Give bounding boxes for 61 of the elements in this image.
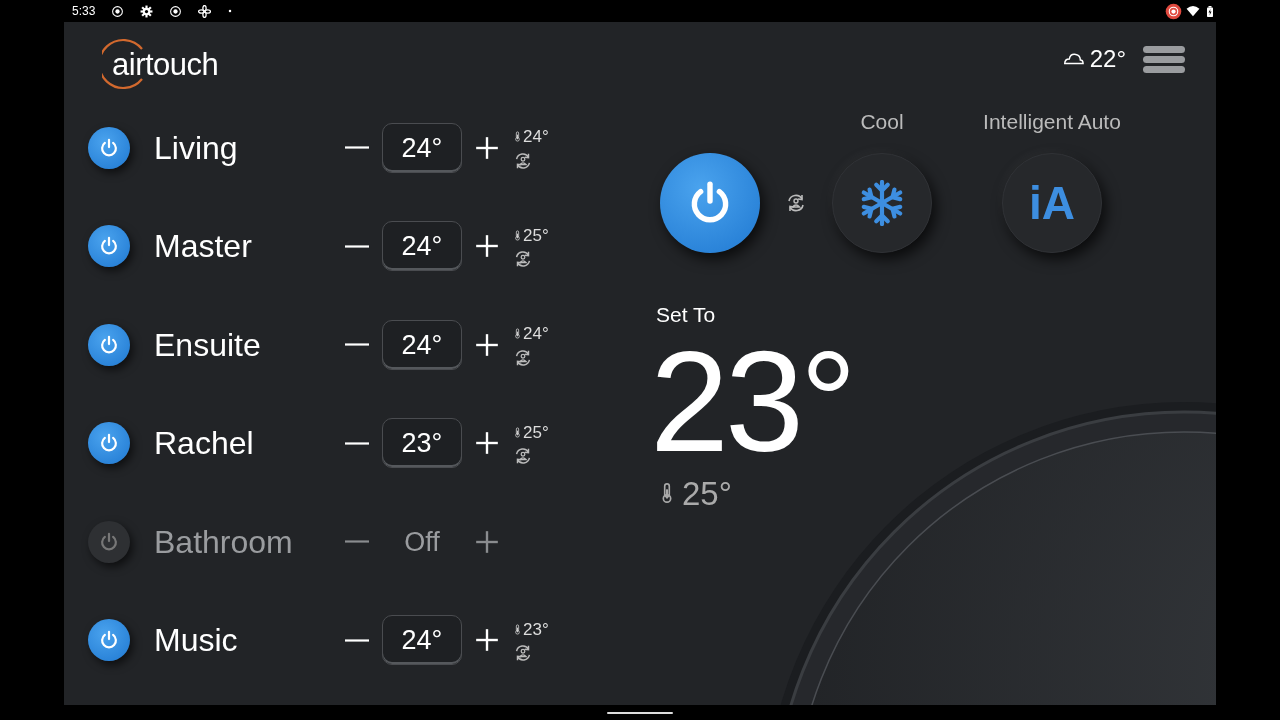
dot-icon <box>227 8 234 14</box>
thermometer-icon <box>512 129 523 145</box>
plus-icon <box>474 233 500 260</box>
zone-name: Music <box>154 621 239 661</box>
zone-name: Master <box>154 227 253 267</box>
zone-name: Ensuite <box>154 325 262 365</box>
plus-icon <box>474 627 500 654</box>
power-button[interactable] <box>88 619 130 662</box>
minus-icon <box>344 343 370 347</box>
power-button[interactable] <box>88 225 130 268</box>
setpoint-display: 24° <box>382 319 462 370</box>
wifi-icon <box>1186 4 1200 18</box>
weather-temperature: 22° <box>1089 44 1126 74</box>
power-button[interactable] <box>88 126 130 169</box>
setpoint-display: Off <box>403 525 441 559</box>
zone-name: Living <box>154 128 239 168</box>
setpoint-display: 24° <box>382 122 462 173</box>
record-icon <box>169 4 183 18</box>
zone-name: Rachel <box>154 424 255 464</box>
minus-icon <box>344 639 370 642</box>
battery-icon <box>1204 4 1216 18</box>
power-icon <box>98 333 120 356</box>
mode-label: Cool <box>860 109 904 135</box>
temperature-reading: 24° <box>523 126 549 149</box>
plus-icon <box>474 430 500 457</box>
minus-icon <box>344 146 370 150</box>
power-button[interactable] <box>88 323 130 366</box>
setpoint-display: 23° <box>382 418 462 469</box>
thermometer-icon <box>512 622 523 637</box>
setpoint-display: 24° <box>382 221 462 272</box>
temperature-reading: 23° <box>523 618 549 641</box>
temperature-reading: 25° <box>523 421 549 444</box>
fan-icon <box>198 4 212 18</box>
minus-icon <box>344 540 370 544</box>
settings-icon <box>140 4 154 18</box>
set-temperature: 23° <box>650 330 853 473</box>
thermometer-icon <box>512 424 523 440</box>
logo: airtouch <box>102 36 219 93</box>
record-icon <box>111 4 125 18</box>
mode-button[interactable]: iA <box>1002 153 1102 253</box>
thermometer-icon <box>512 326 523 342</box>
thermometer-icon <box>512 227 523 243</box>
temperature-reading: 24° <box>523 323 549 346</box>
setpoint-display: 24° <box>382 615 462 666</box>
plus-icon <box>474 528 500 555</box>
mode-label: Intelligent Auto <box>983 109 1121 135</box>
plus-icon <box>474 134 500 161</box>
temperature-reading: 25° <box>523 224 549 247</box>
current-temperature: 25° <box>682 473 732 514</box>
plus-icon <box>474 331 500 358</box>
set-to-label: Set To <box>656 302 716 328</box>
power-button[interactable] <box>88 422 130 465</box>
minus-icon <box>344 441 370 445</box>
menu-icon[interactable] <box>1142 43 1186 75</box>
minus-icon <box>344 244 370 248</box>
snowflake-icon <box>859 180 905 226</box>
screen-record-icon <box>1165 2 1182 20</box>
power-icon <box>98 530 120 553</box>
zone-name: Bathroom <box>154 522 294 562</box>
power-icon <box>98 136 120 159</box>
status-time: 5:33 <box>72 3 96 20</box>
